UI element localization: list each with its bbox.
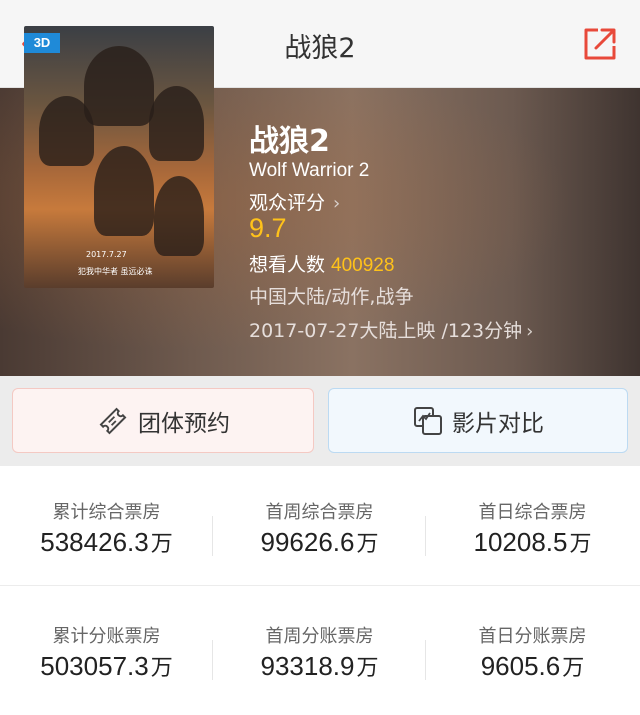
group-booking-button[interactable]: 团体预约 [12, 388, 314, 453]
stat-first-day-split[interactable]: 首日分账票房 9605.6万 [426, 590, 639, 710]
stat-value: 99626.6万 [213, 526, 426, 558]
stat-number: 538426.3 [40, 527, 149, 557]
stat-unit: 万 [150, 656, 173, 681]
stat-first-week-split[interactable]: 首周分账票房 93318.9万 [213, 590, 426, 710]
stat-number: 93318.9 [260, 651, 355, 681]
stat-value: 93318.9万 [213, 650, 426, 682]
compare-label: 影片对比 [452, 410, 544, 437]
rating-value: 9.7 [249, 213, 287, 243]
share-external-icon [584, 28, 616, 60]
chevron-right-icon: › [526, 321, 534, 342]
stats-row-total: 累计综合票房 538426.3万 首周综合票房 99626.6万 首日综合票房 … [0, 466, 640, 586]
poster-date-caption: 2017.7.27 [86, 250, 127, 259]
stat-unit: 万 [150, 532, 173, 557]
stat-value: 503057.3万 [0, 650, 213, 682]
compare-button[interactable]: 影片对比 [328, 388, 628, 453]
stat-unit: 万 [569, 532, 592, 557]
stat-label: 首周分账票房 [265, 626, 374, 647]
stat-label: 首周综合票房 [265, 502, 374, 523]
stat-first-week-total[interactable]: 首周综合票房 99626.6万 [213, 466, 426, 586]
share-button[interactable] [582, 26, 618, 62]
ticket-icon [99, 407, 127, 434]
stat-first-day-total[interactable]: 首日综合票房 10208.5万 [426, 466, 639, 586]
stat-number: 99626.6 [260, 527, 355, 557]
stat-number: 503057.3 [40, 651, 149, 681]
poster-figure [149, 86, 204, 161]
audience-rating-link[interactable]: 观众评分 › [249, 188, 340, 215]
stat-unit: 万 [356, 656, 379, 681]
want-count: 400928 [331, 255, 395, 276]
stat-value: 9605.6万 [426, 650, 639, 682]
stat-value: 10208.5万 [426, 526, 639, 558]
rating-label: 观众评分 [249, 192, 326, 214]
stat-number: 10208.5 [473, 527, 568, 557]
stat-cumulative-split[interactable]: 累计分账票房 503057.3万 [0, 590, 213, 710]
movie-title: 战狼2 [249, 124, 330, 159]
poster-figure [94, 146, 154, 236]
stats-row-split: 累计分账票房 503057.3万 首周分账票房 93318.9万 首日分账票房 … [0, 590, 640, 710]
stat-label: 首日分账票房 [478, 626, 587, 647]
box-office-stats: 累计综合票房 538426.3万 首周综合票房 99626.6万 首日综合票房 … [0, 466, 640, 715]
stat-label: 累计综合票房 [52, 502, 161, 523]
poster-slogan-caption: 犯我中华者 虽远必诛 [78, 267, 153, 276]
poster-figure [84, 46, 154, 126]
stat-label: 累计分账票房 [52, 626, 161, 647]
movie-genre: 中国大陆/动作,战争 [249, 286, 414, 308]
stat-unit: 万 [562, 656, 585, 681]
stat-unit: 万 [356, 532, 379, 557]
group-booking-label: 团体预约 [138, 410, 230, 437]
chevron-right-icon: › [333, 193, 341, 214]
format-badge: 3D [24, 33, 60, 53]
want-label: 想看人数 [249, 254, 326, 276]
release-info: 2017-07-27大陆上映 /123分钟 [249, 320, 523, 342]
poster-figure [154, 176, 204, 256]
stat-cumulative-total[interactable]: 累计综合票房 538426.3万 [0, 466, 213, 586]
compare-chart-icon [414, 406, 442, 435]
movie-english-title: Wolf Warrior 2 [249, 160, 370, 181]
stat-number: 9605.6 [480, 651, 561, 681]
want-to-see-row: 想看人数 400928 [249, 250, 394, 277]
stat-label: 首日综合票房 [478, 502, 587, 523]
release-info-link[interactable]: 2017-07-27大陆上映 /123分钟 › [249, 316, 533, 343]
poster-figure [39, 96, 94, 166]
stat-value: 538426.3万 [0, 526, 213, 558]
action-bar: 团体预约 影片对比 [0, 376, 640, 466]
movie-poster[interactable]: 3D 2017.7.27 犯我中华者 虽远必诛 [24, 26, 214, 288]
